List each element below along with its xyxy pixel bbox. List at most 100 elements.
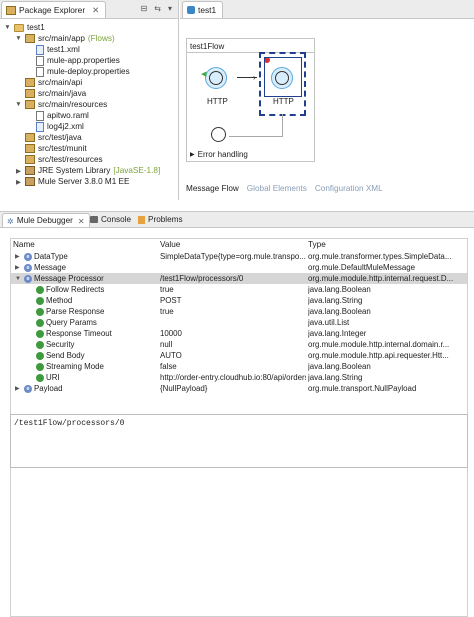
expanded-arrow-icon[interactable]: ▼ [15, 276, 24, 282]
error-handling-label: Error handling [197, 150, 248, 159]
link-with-editor-icon[interactable]: ⇆ [154, 4, 161, 13]
row-value: true [160, 285, 174, 294]
row-type: java.lang.String [308, 296, 363, 305]
collapsed-arrow-icon[interactable]: ▶ [15, 385, 24, 392]
tab-configuration-xml[interactable]: Configuration XML [315, 184, 383, 193]
error-handling-section[interactable]: ▶ Error handling [190, 150, 248, 159]
row-name: Message Processor [34, 274, 104, 283]
close-icon[interactable]: ✕ [78, 216, 85, 226]
flow-canvas[interactable]: test1Flow ◀ HTTP › HTTP ▶ Error handling [186, 38, 315, 162]
column-header-name[interactable]: Name [13, 239, 35, 250]
table-row[interactable]: ▶ e Payload {NullPayload} org.mule.transport… [11, 383, 467, 394]
row-name: Streaming Mode [46, 362, 104, 371]
table-row[interactable]: ▶ e DataType SimpleDataType{type=org.mule.t… [11, 251, 467, 262]
console-tab-label: Console [101, 215, 132, 224]
table-row[interactable]: ▼ e Message Processor/test1Flow/processors… [11, 273, 467, 284]
table-row[interactable]: Streaming Mode false java.lang.Boolean [11, 361, 467, 372]
table-row[interactable]: Response Timeout 10000 java.lang.Integer [11, 328, 467, 339]
tree-item[interactable]: mule-app.properties [26, 55, 120, 66]
globe-icon [211, 127, 226, 142]
expanded-arrow-icon[interactable]: ▼ [15, 35, 22, 42]
tab-problems[interactable]: Problems [134, 213, 187, 226]
column-header-type[interactable]: Type [308, 239, 326, 250]
row-value: true [160, 307, 174, 316]
table-row[interactable]: Follow Redirects true java.lang.Boolean [11, 284, 467, 295]
row-name: Query Params [46, 318, 97, 327]
row-name: Method [46, 296, 73, 305]
row-type: java.lang.Integer [308, 329, 367, 338]
http-request-node[interactable] [271, 67, 293, 89]
view-menu-icon[interactable]: ▾ [168, 4, 172, 13]
package-folder-icon [25, 89, 35, 98]
table-row[interactable]: Method POST java.lang.String [11, 295, 467, 306]
tree-item[interactable]: src/test/resources [15, 154, 103, 165]
name-cell: Method [27, 295, 155, 306]
table-row[interactable]: Parse Response true java.lang.Boolean [11, 306, 467, 317]
tab-mule-debugger[interactable]: ✲ Mule Debugger ✕ [2, 213, 90, 227]
tree-item[interactable]: ▼ test1 [4, 22, 44, 33]
collapsed-arrow-icon[interactable]: ▶ [15, 167, 22, 175]
table-row[interactable]: ▶ e Message org.mule.DefaultMuleMessage [11, 262, 467, 273]
collapsed-arrow-icon[interactable]: ▶ [15, 253, 24, 260]
row-value: 10000 [160, 329, 182, 338]
http-listener-node[interactable] [205, 67, 227, 89]
name-cell: Response Timeout [27, 328, 155, 339]
tree-item[interactable]: ▶ JRE System Library [JavaSE-1.8] [15, 165, 160, 176]
attribute-icon [36, 329, 44, 338]
tree-item[interactable]: apitwo.raml [26, 110, 89, 121]
expression-field[interactable]: /test1Flow/processors/0 [10, 414, 468, 468]
close-icon[interactable]: ✕ [92, 5, 99, 15]
table-row[interactable]: Query Params java.util.List [11, 317, 467, 328]
tree-item[interactable]: src/test/munit [15, 143, 87, 154]
flow-editor: test1 test1Flow ◀ HTTP › HTTP ▶ Error ha… [180, 0, 474, 200]
row-value: AUTO [160, 351, 182, 360]
table-row[interactable]: Security null org.mule.module.http.interna… [11, 339, 467, 350]
collapsed-arrow-icon[interactable]: ▶ [15, 178, 22, 186]
row-type: org.mule.DefaultMuleMessage [308, 263, 416, 272]
tab-test1[interactable]: test1 [182, 1, 224, 18]
row-type: org.mule.transformer.types.SimpleData... [308, 252, 452, 261]
project-icon [14, 23, 24, 32]
tree-item[interactable]: ▼ src/main/app (Flows) [15, 33, 115, 44]
row-value: false [160, 362, 177, 371]
row-value [160, 262, 306, 273]
row-type: java.lang.Boolean [308, 362, 371, 371]
row-name: Response Timeout [46, 329, 112, 338]
name-cell: ▶ e Payload [15, 383, 155, 394]
row-type: org.mule.module.http.internal.domain.r..… [308, 340, 450, 349]
tree-item-label: src/main/api [38, 78, 83, 87]
tree-item[interactable]: src/main/api [15, 77, 82, 88]
file-icon [36, 110, 44, 121]
row-type: org.mule.module.http.api.requester.Htt..… [308, 351, 449, 360]
expanded-arrow-icon[interactable]: ▼ [4, 24, 11, 31]
tab-global-elements[interactable]: Global Elements [247, 184, 307, 193]
tab-message-flow[interactable]: Message Flow [186, 184, 239, 193]
collapse-all-icon[interactable]: ⊟ [141, 4, 148, 13]
tree-item-label: JRE System Library [38, 166, 111, 175]
package-folder-icon [25, 144, 35, 153]
tree-item-label: src/main/app [38, 34, 85, 43]
row-value: {NullPayload} [160, 384, 208, 393]
tree-item[interactable]: ▼ src/main/resources [15, 99, 107, 110]
tab-package-explorer[interactable]: Package Explorer ✕ [1, 1, 107, 18]
tree-item[interactable]: src/main/java [15, 88, 86, 99]
tree-item[interactable]: mule-deploy.properties [26, 66, 130, 77]
tree-item[interactable]: src/test/java [15, 132, 82, 143]
attribute-icon [36, 307, 44, 316]
package-explorer-tab-label: Package Explorer [19, 5, 86, 15]
package-folder-icon [25, 100, 35, 109]
tree-item-label: src/main/java [38, 89, 87, 98]
table-row[interactable]: URI http://order-entry.cloudhub.io:80/api… [11, 372, 467, 383]
tree-item-label: src/test/resources [38, 155, 103, 164]
column-header-value[interactable]: Value [160, 239, 180, 250]
tab-console[interactable]: Console [86, 213, 135, 226]
row-type: java.lang.Boolean [308, 285, 371, 294]
expanded-arrow-icon[interactable]: ▼ [15, 101, 22, 108]
tree-item[interactable]: ▶ Mule Server 3.8.0 M1 EE [15, 176, 129, 187]
tree-item[interactable]: test1.xml [26, 44, 80, 55]
http-request-label: HTTP [273, 97, 294, 106]
collapsed-arrow-icon[interactable]: ▶ [15, 264, 24, 271]
tree-item[interactable]: log4j2.xml [26, 121, 84, 132]
table-row[interactable]: Send Body AUTO org.mule.module.http.api.re… [11, 350, 467, 361]
package-folder-icon [25, 155, 35, 164]
